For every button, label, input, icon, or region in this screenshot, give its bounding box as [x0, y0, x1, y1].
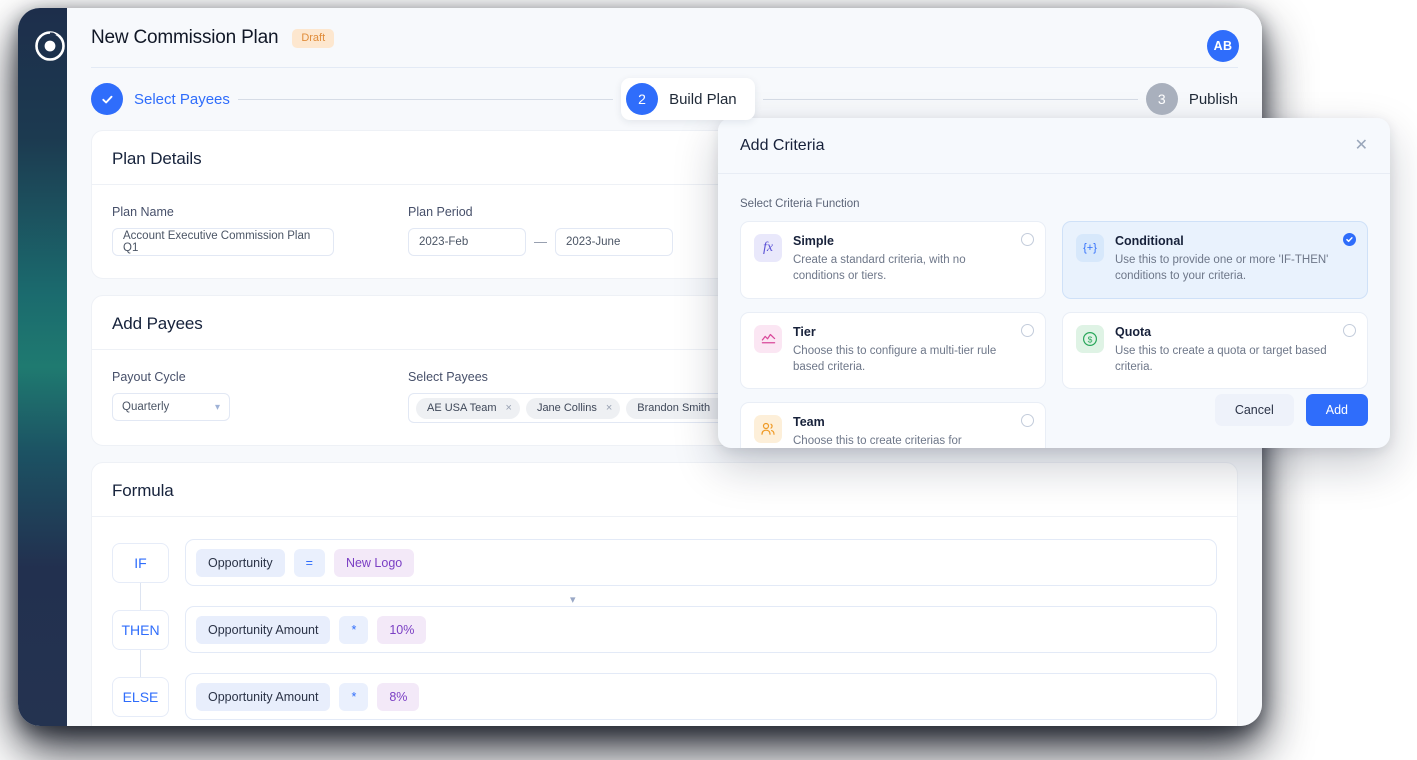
formula-title: Formula: [112, 481, 174, 500]
expr-value-pill[interactable]: 8%: [377, 682, 420, 711]
period-end-input[interactable]: 2023-June: [555, 228, 673, 256]
step-1-bubble: [91, 83, 123, 115]
criteria-radio[interactable]: [1343, 323, 1356, 337]
payee-token-label: Jane Collins: [536, 401, 597, 414]
criteria-radio[interactable]: [1021, 414, 1034, 428]
criteria-option-conditional[interactable]: {+} Conditional Use this to provide one …: [1062, 221, 1368, 299]
expr-operator-pill[interactable]: *: [339, 615, 369, 644]
criteria-name: Quota: [1115, 324, 1152, 339]
plan-name-group: Plan Name Account Executive Commission P…: [112, 205, 408, 256]
app-logo-icon[interactable]: [31, 27, 69, 65]
keyword-if[interactable]: IF: [112, 542, 169, 583]
step-2-label: Build Plan: [669, 90, 737, 108]
formula-body: IF Opportunity = New Logo ▾ THEN Opportu…: [92, 517, 1237, 726]
modal-footer: Cancel Add: [1214, 394, 1368, 426]
step-select-payees[interactable]: Select Payees: [91, 83, 230, 115]
plan-name-label: Plan Name: [112, 205, 174, 219]
remove-icon[interactable]: ×: [506, 402, 512, 414]
criteria-legend: Select Criteria Function: [740, 198, 860, 210]
function-fx-icon: fx: [754, 234, 782, 262]
cancel-button[interactable]: Cancel: [1214, 394, 1294, 426]
criteria-radio[interactable]: [1021, 323, 1034, 337]
plan-period-group: Plan Period 2023-Feb — 2023-June: [408, 205, 673, 256]
criteria-option-quota[interactable]: $ Quota Use this to create a quota or ta…: [1062, 311, 1368, 390]
modal-title: Add Criteria: [740, 136, 825, 154]
status-badge: Draft: [292, 28, 335, 48]
expression-if[interactable]: Opportunity = New Logo: [185, 539, 1217, 586]
formula-card: Formula IF Opportunity = New Logo ▾ THEN…: [91, 462, 1238, 726]
expression-else[interactable]: Opportunity Amount * 8%: [185, 673, 1217, 720]
sidebar: [18, 8, 67, 726]
criteria-description: Use this to create a quota or target bas…: [1115, 344, 1327, 373]
page-title: New Commission Plan: [91, 27, 279, 48]
criteria-description: Create a standard criteria, with no cond…: [793, 254, 966, 283]
criteria-description: Choose this to configure a multi-tier ru…: [793, 344, 997, 373]
braces-plus-icon: {+}: [1076, 234, 1104, 262]
expr-operator-pill[interactable]: *: [339, 682, 369, 711]
criteria-name: Tier: [793, 324, 816, 339]
formula-row-else: ELSE Opportunity Amount * 8%: [112, 673, 1217, 720]
check-icon: [101, 95, 112, 103]
chevron-down-icon: ▾: [214, 401, 220, 413]
check-icon: [1346, 237, 1353, 243]
formula-row-if: IF Opportunity = New Logo: [112, 539, 1217, 586]
period-separator: —: [534, 234, 547, 249]
expr-field-pill[interactable]: Opportunity: [196, 548, 285, 577]
avatar[interactable]: AB: [1207, 30, 1239, 62]
svg-text:$: $: [1088, 334, 1093, 344]
people-icon: [754, 415, 782, 444]
step-1-label: Select Payees: [134, 90, 230, 108]
chevron-down-icon[interactable]: ▾: [570, 593, 576, 606]
criteria-radio[interactable]: [1343, 233, 1356, 246]
keyword-else[interactable]: ELSE: [112, 676, 169, 717]
dollar-circle-icon: $: [1076, 324, 1104, 353]
criteria-option-team[interactable]: Team Choose this to create criterias for…: [740, 402, 1046, 448]
payee-token[interactable]: Jane Collins ×: [525, 397, 621, 419]
line-chart-icon: [754, 324, 782, 353]
add-button[interactable]: Add: [1305, 394, 1368, 426]
payout-cycle-group: Payout Cycle Quarterly ▾: [112, 370, 408, 423]
plan-name-input[interactable]: Account Executive Commission Plan Q1: [112, 228, 334, 256]
period-start-input[interactable]: 2023-Feb: [408, 228, 526, 256]
expr-field-pill[interactable]: Opportunity Amount: [196, 615, 331, 644]
keyword-then[interactable]: THEN: [112, 609, 169, 650]
expr-operator-pill[interactable]: =: [293, 548, 325, 577]
criteria-radio[interactable]: [1021, 233, 1034, 246]
close-icon[interactable]: ✕: [1355, 137, 1368, 154]
payout-cycle-select[interactable]: Quarterly ▾: [112, 393, 230, 421]
payout-cycle-value: Quarterly: [122, 401, 170, 413]
expr-field-pill[interactable]: Opportunity Amount: [196, 682, 331, 711]
expr-value-pill[interactable]: New Logo: [333, 548, 415, 577]
criteria-description: Use this to provide one or more 'IF-THEN…: [1115, 254, 1329, 283]
plan-period-label: Plan Period: [408, 205, 473, 219]
stepper-connector-2: [762, 98, 1138, 100]
criteria-option-simple[interactable]: fx Simple Create a standard criteria, wi…: [740, 221, 1046, 299]
stepper-connector-1: [237, 98, 614, 100]
step-3-label: Publish: [1188, 90, 1239, 108]
expression-then[interactable]: Opportunity Amount * 10%: [185, 606, 1217, 653]
payout-cycle-label: Payout Cycle: [112, 370, 186, 384]
criteria-option-tier[interactable]: Tier Choose this to configure a multi-ti…: [740, 311, 1046, 390]
formula-row-then: ▾ THEN Opportunity Amount * 10%: [112, 594, 1217, 653]
add-criteria-modal: Add Criteria ✕ Select Criteria Function …: [718, 118, 1390, 448]
criteria-name: Team: [793, 415, 825, 430]
payee-token-label: Brandon Smith: [637, 401, 711, 414]
step-3-bubble: 3: [1145, 83, 1178, 115]
criteria-name: Simple: [793, 234, 834, 248]
formula-header: Formula: [92, 463, 1237, 517]
modal-header: Add Criteria ✕: [718, 118, 1390, 174]
step-build-plan[interactable]: 2 Build Plan: [621, 78, 755, 120]
criteria-description: Choose this to create criterias for repo…: [793, 435, 962, 448]
payee-token-label: AE USA Team: [427, 401, 497, 414]
topbar: New Commission Plan Draft AB: [67, 8, 1262, 68]
payee-token[interactable]: AE USA Team ×: [416, 397, 520, 419]
step-publish[interactable]: 3 Publish: [1145, 83, 1239, 115]
remove-icon[interactable]: ×: [606, 402, 612, 414]
expr-value-pill[interactable]: 10%: [377, 615, 427, 644]
criteria-name: Conditional: [1115, 234, 1184, 248]
step-2-bubble: 2: [626, 83, 659, 115]
